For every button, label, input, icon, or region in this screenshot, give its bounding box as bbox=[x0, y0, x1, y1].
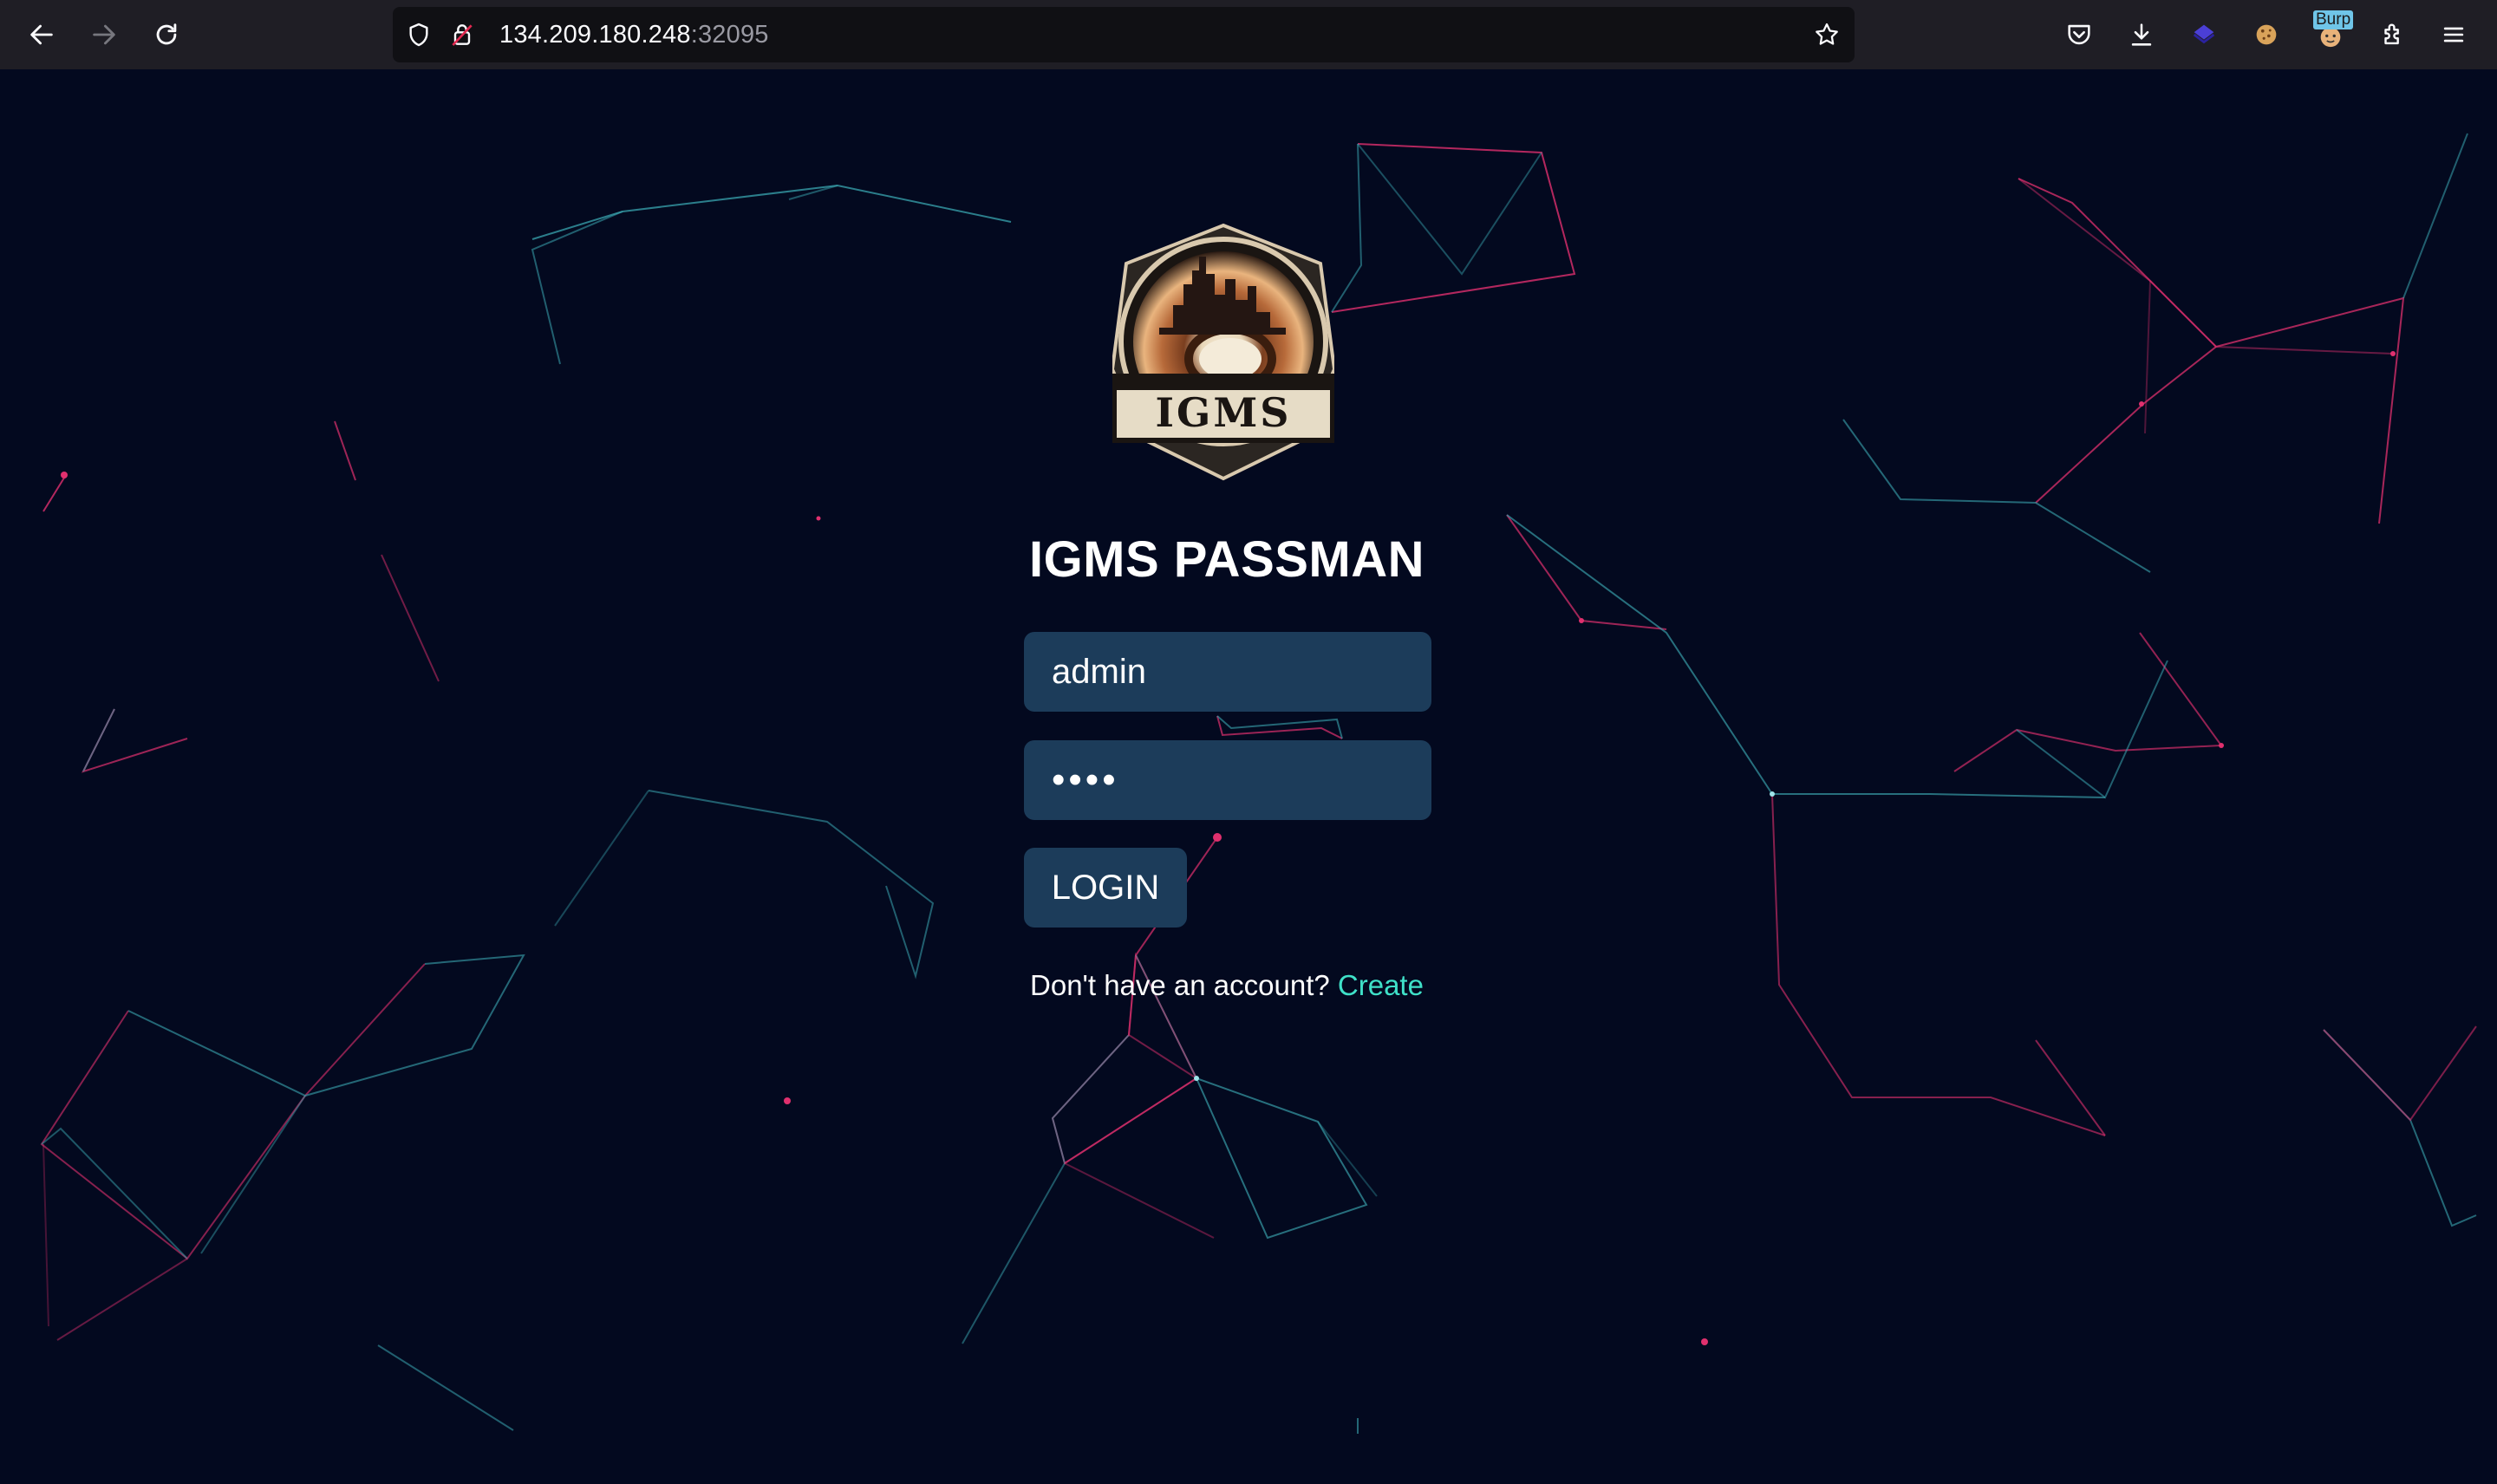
pocket-icon bbox=[2068, 24, 2090, 45]
app-menu-button[interactable] bbox=[2433, 14, 2474, 55]
back-button[interactable] bbox=[21, 14, 62, 55]
site-info-button[interactable] bbox=[447, 19, 478, 50]
page-content: IGMS IGMS PASSMAN LOGIN Don't have an ac… bbox=[0, 69, 2497, 1484]
signup-prompt: Don't have an account? Create bbox=[945, 969, 1509, 1002]
downloads-button[interactable] bbox=[2121, 14, 2162, 55]
logo-text: IGMS bbox=[1156, 389, 1292, 436]
extensions-icon bbox=[2384, 23, 2399, 45]
shield-icon bbox=[409, 23, 428, 47]
extension-cube-icon bbox=[2193, 24, 2215, 44]
url-host: 134.209.180.248 bbox=[499, 21, 691, 49]
extensions-button[interactable] bbox=[2372, 14, 2414, 55]
forward-button[interactable] bbox=[83, 14, 125, 55]
url-text[interactable]: 134.209.180.248:32095 bbox=[499, 7, 769, 62]
pocket-button[interactable] bbox=[2058, 14, 2100, 55]
tracking-protection-button[interactable] bbox=[403, 19, 434, 50]
lock-icon bbox=[452, 24, 473, 46]
forward-icon bbox=[93, 24, 115, 45]
url-port: :32095 bbox=[690, 21, 769, 49]
reload-icon bbox=[156, 23, 177, 45]
username-input[interactable] bbox=[1024, 632, 1431, 712]
app-title: IGMS PASSMAN bbox=[1028, 531, 1425, 588]
cookie-icon bbox=[2256, 24, 2277, 45]
password-input[interactable] bbox=[1024, 740, 1431, 820]
signup-prompt-text: Don't have an account? bbox=[1030, 969, 1330, 1001]
menu-icon bbox=[2443, 27, 2464, 42]
reload-button[interactable] bbox=[146, 14, 187, 55]
burp-badge: Burp bbox=[2313, 10, 2354, 29]
extension-button-2[interactable] bbox=[2246, 14, 2287, 55]
download-icon bbox=[2131, 23, 2152, 46]
browser-toolbar: 134.209.180.248:32095 Burp bbox=[0, 0, 2497, 69]
back-icon bbox=[30, 24, 53, 45]
url-bar[interactable]: 134.209.180.248:32095 bbox=[393, 7, 1855, 62]
create-account-link[interactable]: Create bbox=[1338, 969, 1424, 1001]
extension-button-1[interactable] bbox=[2183, 14, 2225, 55]
igms-logo: IGMS bbox=[1112, 223, 1334, 481]
bookmark-button[interactable] bbox=[1811, 19, 1842, 50]
bookmark-star-icon bbox=[1816, 23, 1838, 45]
login-button[interactable]: LOGIN bbox=[1024, 848, 1187, 928]
